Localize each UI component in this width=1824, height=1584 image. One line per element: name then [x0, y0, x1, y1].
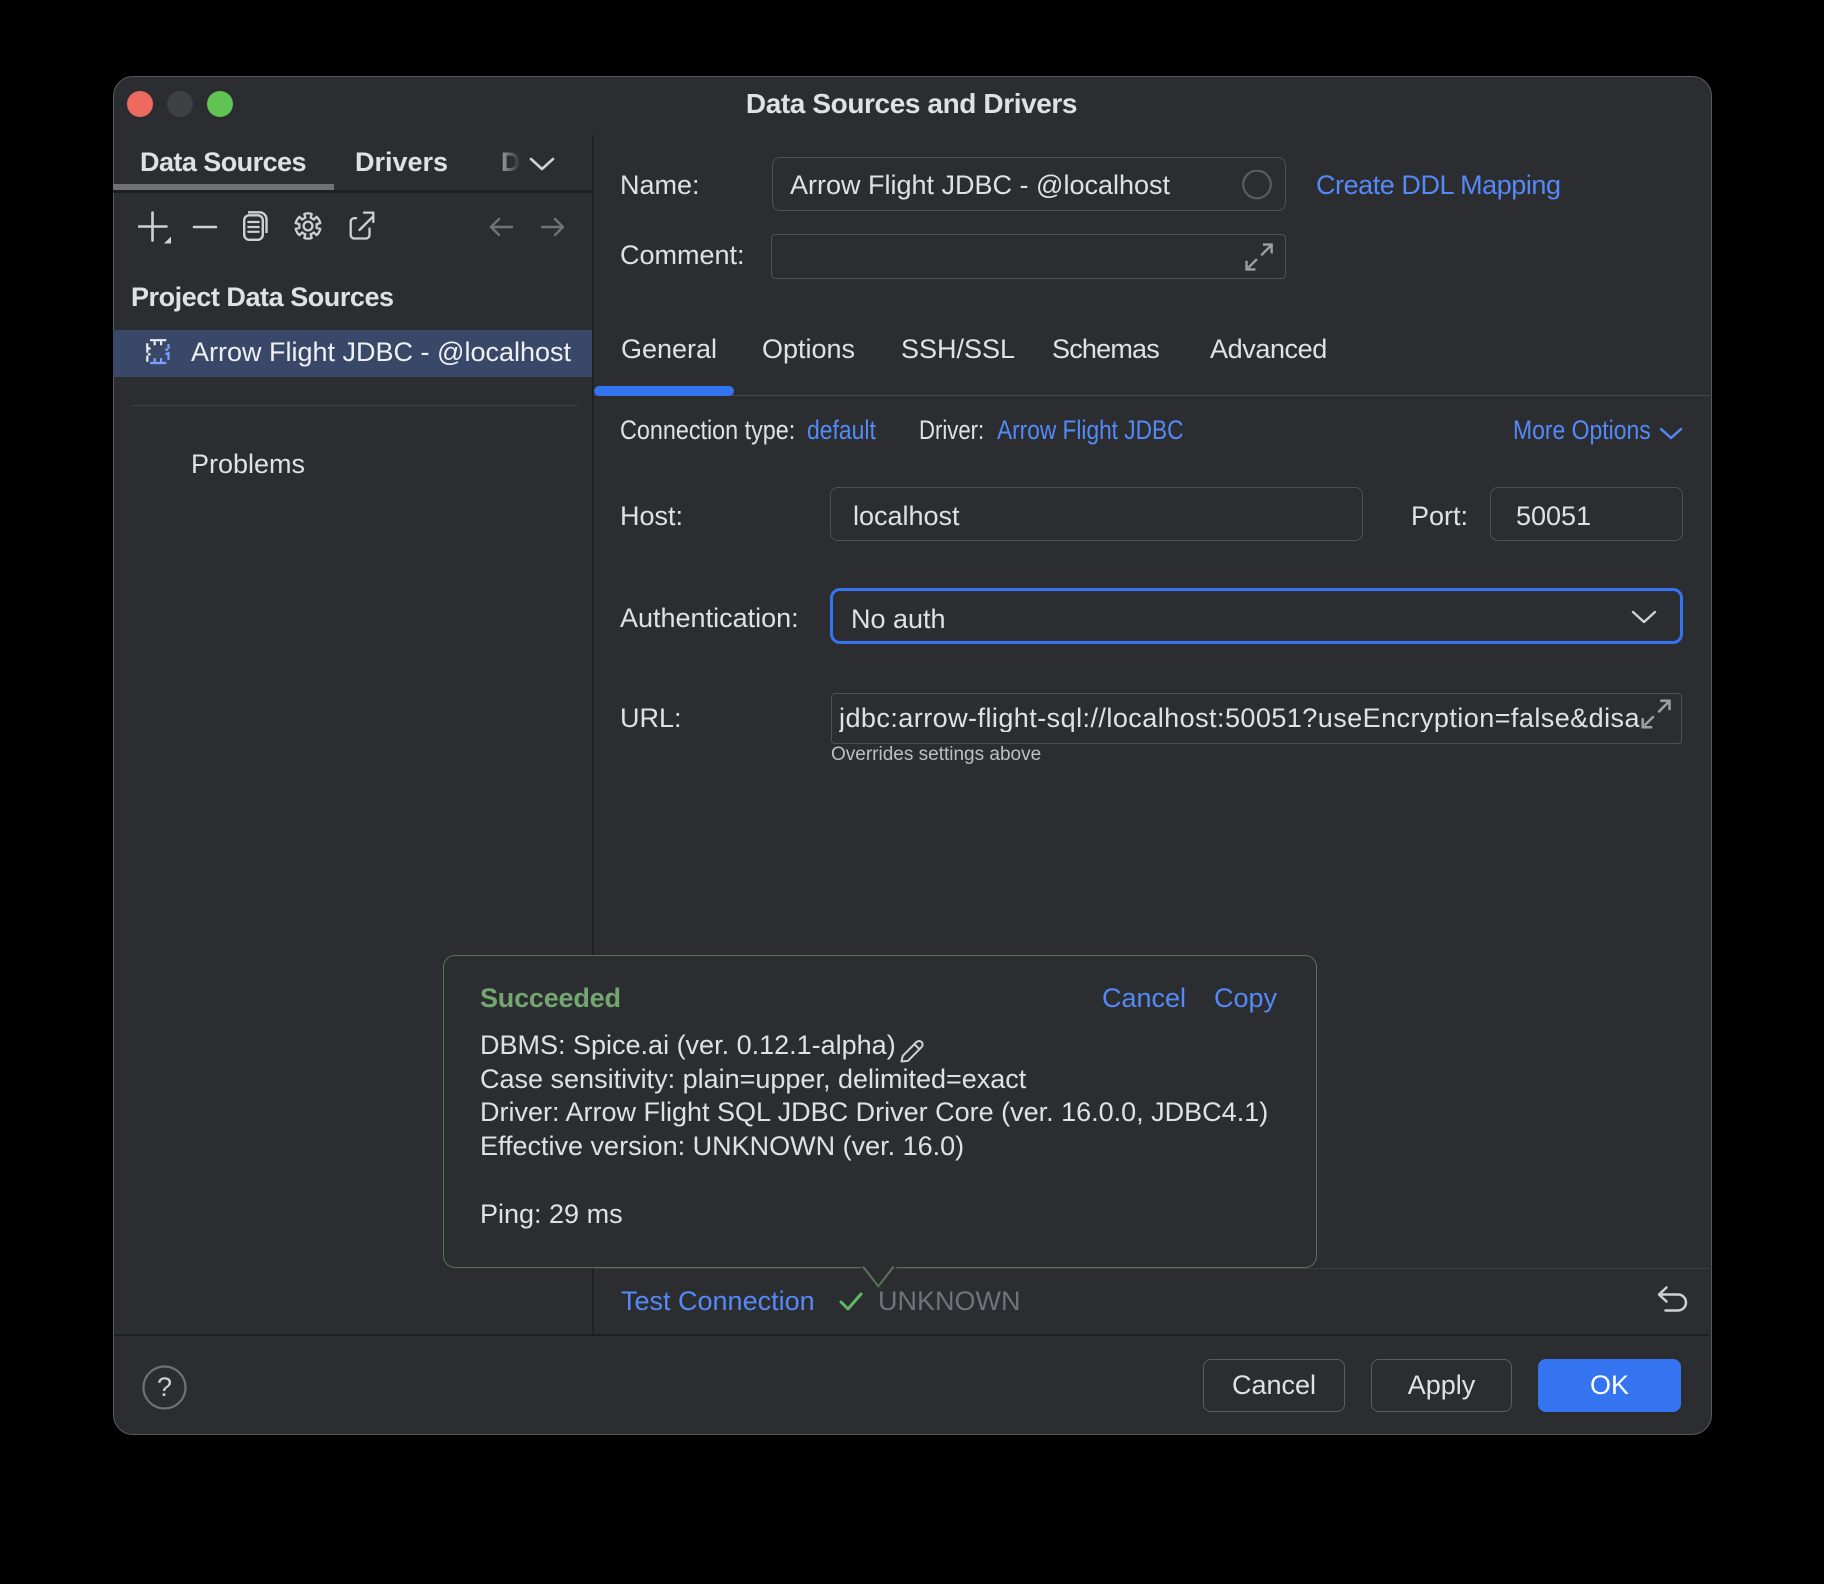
svg-text:?: ?: [157, 1372, 172, 1402]
